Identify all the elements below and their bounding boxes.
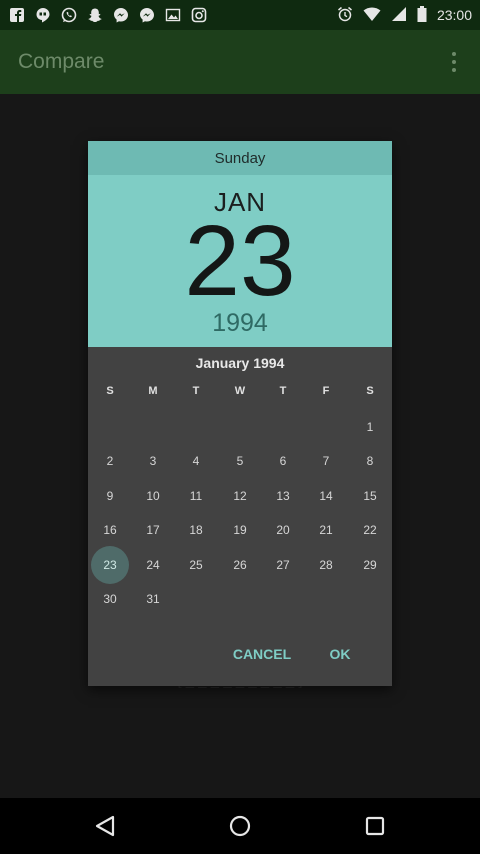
battery-icon	[417, 5, 427, 25]
calendar-day[interactable]: 8	[351, 442, 389, 480]
whatsapp-icon	[60, 6, 78, 24]
home-icon[interactable]	[226, 812, 254, 840]
messenger-icon	[138, 6, 156, 24]
notification-icons	[8, 6, 208, 24]
weekday-label: T	[279, 385, 287, 397]
weekday-label: W	[234, 385, 246, 397]
calendar-day[interactable]: 27	[264, 546, 302, 584]
calendar-day[interactable]: 26	[221, 546, 259, 584]
calendar-day[interactable]: 16	[91, 511, 129, 549]
back-icon[interactable]	[91, 812, 119, 840]
calendar-day[interactable]: 21	[307, 511, 345, 549]
system-status: 23:00	[337, 5, 472, 25]
app-bar: Compare	[0, 30, 480, 94]
calendar-day[interactable]: 31	[134, 580, 172, 618]
day-of-week-header: Sunday	[88, 141, 392, 175]
snapchat-icon	[86, 6, 104, 24]
calendar-day[interactable]: 28	[307, 546, 345, 584]
app-title: Compare	[18, 50, 105, 73]
calendar-day[interactable]: 15	[351, 477, 389, 515]
calendar-day[interactable]: 25	[177, 546, 215, 584]
wifi-icon	[363, 6, 381, 25]
messenger-icon	[112, 6, 130, 24]
selected-date-header: JAN 23 1994	[88, 175, 392, 347]
selected-year[interactable]: 1994	[88, 309, 392, 338]
calendar-day[interactable]: 22	[351, 511, 389, 549]
calendar-day[interactable]: 4	[177, 442, 215, 480]
calendar-day[interactable]: 1	[351, 408, 389, 446]
calendar-day-selected[interactable]: 23	[91, 545, 129, 584]
calendar-day[interactable]: 17	[134, 511, 172, 549]
cancel-button[interactable]: CANCEL	[228, 639, 296, 669]
weekday-label: S	[106, 385, 114, 397]
calendar-day[interactable]: 18	[177, 511, 215, 549]
weekday-label: S	[366, 385, 374, 397]
weekday-labels: SMTWTFS	[88, 385, 392, 401]
weekday-label: F	[322, 385, 330, 397]
overflow-menu-icon[interactable]	[446, 46, 462, 78]
day-of-week: Sunday	[214, 149, 266, 167]
alarm-icon	[337, 6, 353, 25]
calendar-grid: January 1994 SMTWTFS 1 2 3 4 5 6 7 8 9 10 11 12 13 14…	[88, 347, 392, 686]
ok-button[interactable]: OK	[320, 639, 360, 669]
calendar-day[interactable]: 14	[307, 477, 345, 515]
date-picker-dialog: Sunday JAN 23 1994 January 1994 SMTWTFS …	[88, 141, 392, 686]
instagram-icon	[190, 6, 208, 24]
calendar-day[interactable]: 5	[221, 442, 259, 480]
month-title: January 1994	[195, 355, 285, 371]
dialog-actions: CANCEL OK	[88, 639, 392, 669]
hangouts-icon	[34, 6, 52, 24]
weekday-label: M	[148, 385, 158, 397]
calendar-day[interactable]: 12	[221, 477, 259, 515]
selected-day[interactable]: 23	[88, 211, 392, 311]
calendar-day[interactable]: 13	[264, 477, 302, 515]
clock: 23:00	[436, 7, 472, 23]
navigation-bar	[0, 798, 480, 854]
calendar-day[interactable]: 3	[134, 442, 172, 480]
calendar-day[interactable]: 29	[351, 546, 389, 584]
gallery-icon	[164, 6, 182, 24]
recents-icon[interactable]	[361, 812, 389, 840]
calendar-day[interactable]: 6	[264, 442, 302, 480]
calendar-day[interactable]: 7	[307, 442, 345, 480]
status-bar: 23:00	[0, 0, 480, 30]
calendar-day[interactable]: 19	[221, 511, 259, 549]
calendar-day[interactable]: 24	[134, 546, 172, 584]
calendar-day[interactable]: 10	[134, 477, 172, 515]
signal-icon	[391, 6, 407, 25]
calendar-day[interactable]: 30	[91, 580, 129, 618]
calendar-day[interactable]: 2	[91, 442, 129, 480]
facebook-icon	[8, 6, 26, 24]
calendar-day[interactable]: 20	[264, 511, 302, 549]
weekday-label: T	[192, 385, 200, 397]
calendar-day[interactable]: 9	[91, 477, 129, 515]
calendar-day[interactable]: 11	[177, 477, 215, 515]
